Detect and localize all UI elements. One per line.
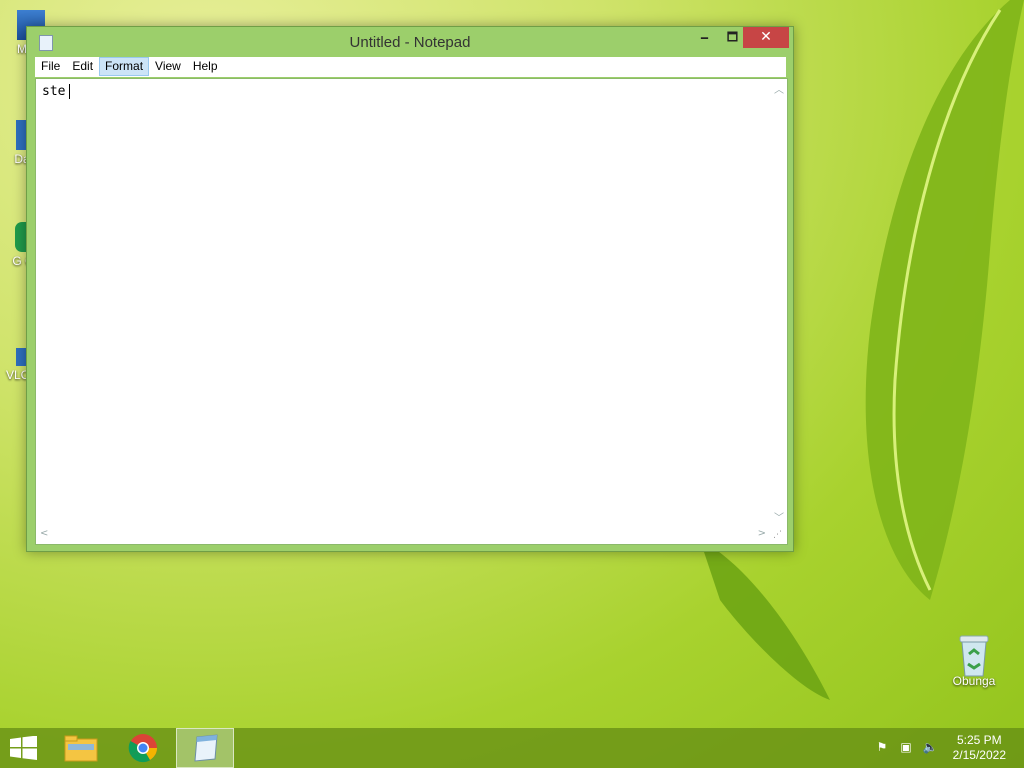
title-bar[interactable]: Untitled - Notepad 🗕 🗖 ✕ (27, 27, 793, 57)
scroll-down-icon[interactable]: ﹀ (774, 509, 784, 524)
scroll-left-icon[interactable]: < (40, 528, 48, 539)
taskbar-chrome[interactable] (114, 728, 172, 768)
resize-grip-icon[interactable]: ⋰ (773, 530, 785, 542)
editor-text[interactable]: ste (42, 84, 71, 99)
horizontal-scrollbar[interactable]: < > (36, 527, 770, 544)
volume-muted-icon[interactable]: 🔈 (922, 740, 938, 756)
text-editor[interactable]: ste ︿ ﹀ < > ⋰ (35, 78, 788, 545)
minimize-button[interactable]: 🗕 (691, 27, 718, 48)
menu-format[interactable]: Format (99, 57, 150, 76)
desktop-icon-recycle-bin[interactable]: Obunga (937, 632, 1011, 688)
system-clock[interactable]: 5:25 PM 2/15/2022 (953, 733, 1006, 763)
notepad-window: Untitled - Notepad 🗕 🗖 ✕ File Edit Format V… (26, 26, 794, 552)
folder-icon (64, 735, 98, 762)
scroll-up-icon[interactable]: ︿ (774, 81, 784, 96)
menu-edit[interactable]: Edit (66, 57, 99, 76)
taskbar-file-explorer[interactable] (52, 728, 110, 768)
windows-logo-icon (10, 736, 37, 760)
network-icon[interactable]: ▣ (898, 740, 914, 756)
taskbar: ⚑ ▣ 🔈 5:25 PM 2/15/2022 (0, 728, 1024, 768)
chrome-icon (128, 734, 157, 763)
menu-bar: File Edit Format View Help (35, 57, 786, 77)
menu-help[interactable]: Help (187, 57, 224, 76)
recycle-bin-icon (954, 632, 994, 677)
text-caret (69, 84, 71, 99)
clock-time: 5:25 PM (956, 733, 1002, 747)
menu-view[interactable]: View (149, 57, 187, 76)
vertical-scrollbar[interactable]: ︿ ﹀ (770, 79, 787, 526)
scroll-right-icon[interactable]: > (758, 528, 766, 539)
notepad-icon (194, 734, 218, 762)
window-title: Untitled - Notepad (349, 34, 471, 51)
close-button[interactable]: ✕ (743, 27, 789, 48)
maximize-button[interactable]: 🗖 (719, 27, 746, 48)
clock-date: 2/15/2022 (952, 748, 1006, 762)
action-center-flag-icon[interactable]: ⚑ (874, 740, 890, 756)
editor-content: ste (42, 84, 66, 99)
menu-file[interactable]: File (35, 57, 66, 76)
desktop-icon-label: Obunga (952, 674, 996, 688)
start-button[interactable] (0, 728, 48, 768)
taskbar-notepad[interactable] (176, 728, 234, 768)
